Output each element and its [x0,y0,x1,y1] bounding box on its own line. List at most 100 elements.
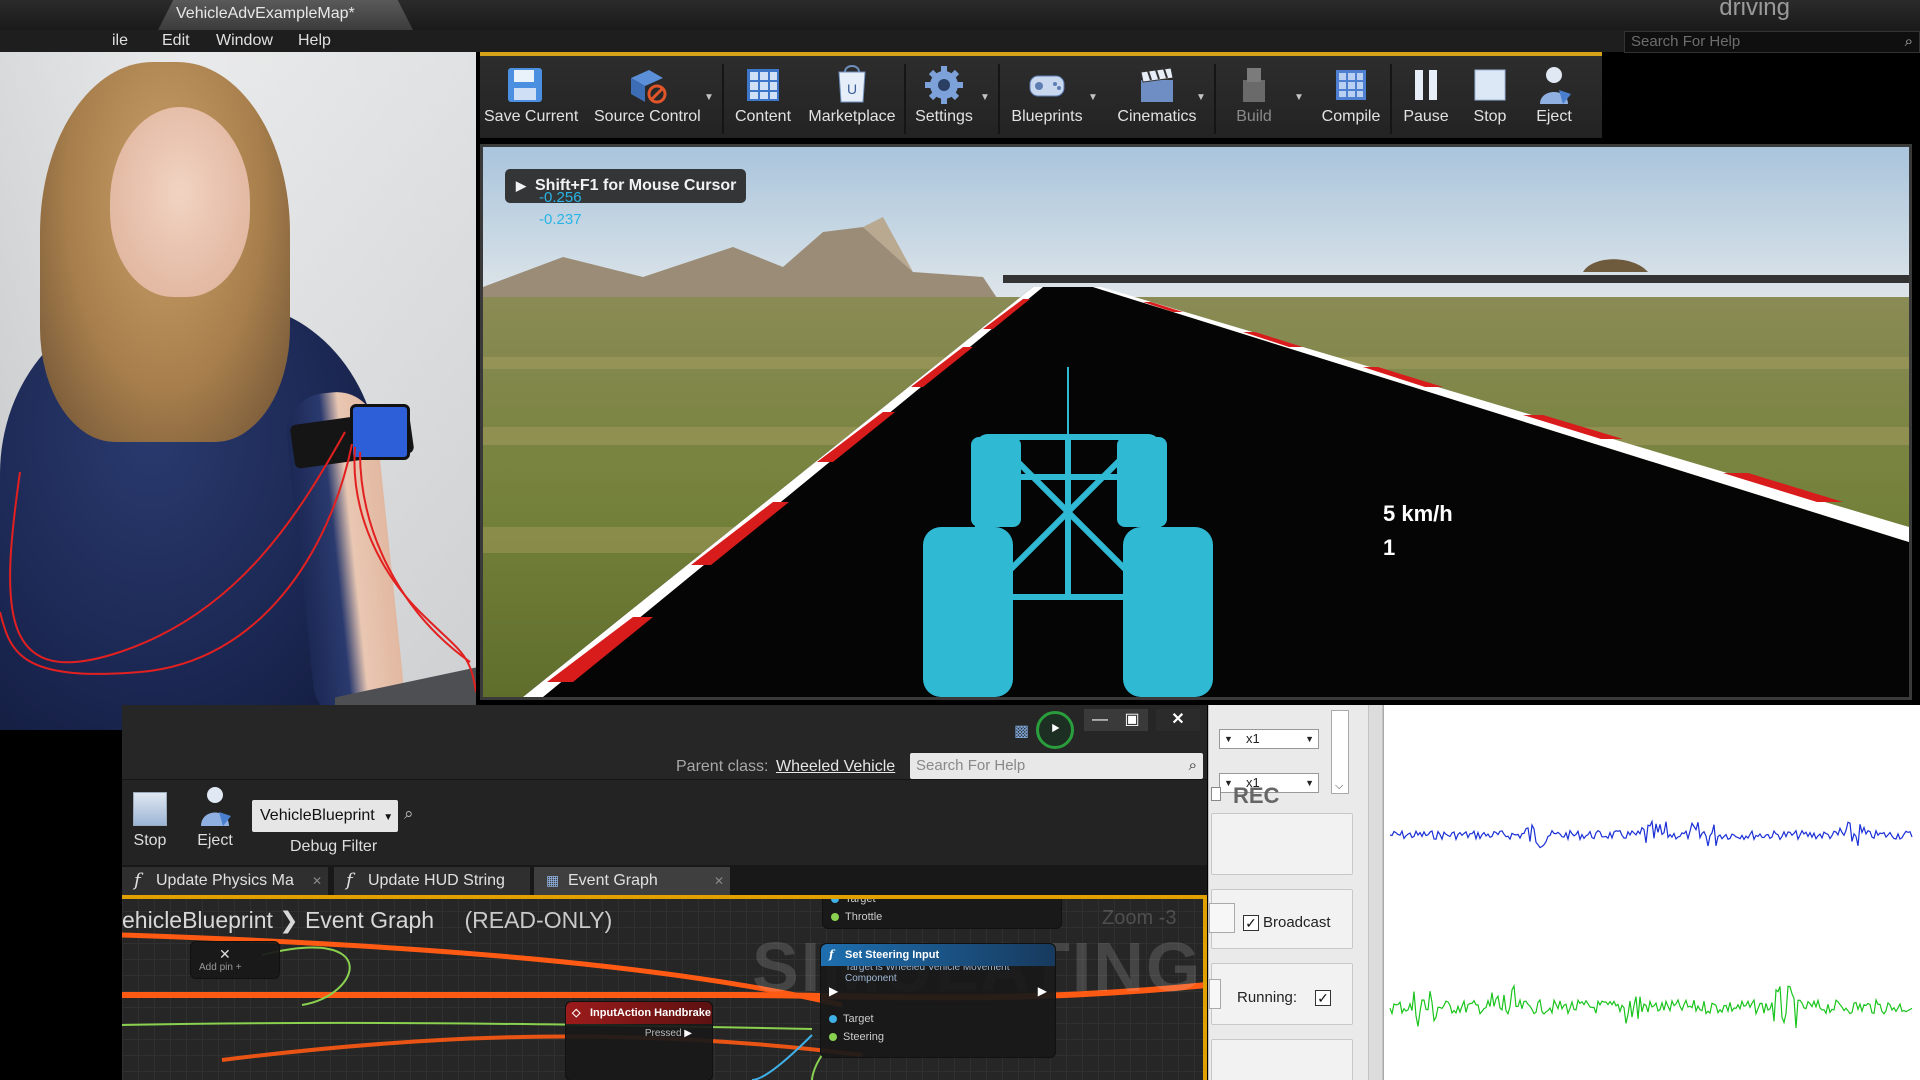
pause-button[interactable]: Pause [1398,60,1454,138]
close-icon[interactable]: ✕ [312,867,322,895]
help-search-placeholder: Search For Help [1631,33,1741,50]
close-icon[interactable]: ✕ [714,867,724,895]
record-group [1211,813,1353,875]
chevron-down-icon: ▼ [1224,778,1233,788]
maximize-button[interactable]: ▣ [1116,709,1148,731]
content-button[interactable]: Content [730,60,796,138]
settings-label: Settings [915,108,973,125]
chat-icon[interactable]: ▩ [1014,721,1029,741]
chevron-down-icon: ▼ [1224,734,1233,744]
vehicle-rear-right-wheel [1123,527,1213,697]
running-checkbox[interactable]: ✓ [1315,990,1331,1006]
channel-1-trace [1389,819,1913,849]
broadcast-port-field[interactable] [1209,903,1235,933]
compile-label: Compile [1321,108,1381,125]
panel-splitter[interactable] [1368,705,1383,1080]
gear-readout: 1 [1383,535,1396,560]
function-icon: f [346,870,353,891]
chevron-down-icon: ▼ [1305,778,1314,788]
browse-icon[interactable]: ⌕ [404,804,414,824]
parent-class-label: Parent class: [676,758,769,775]
settings-icon [925,66,963,104]
document-tab[interactable]: VehicleAdvExampleMap* [158,0,413,30]
minimize-button[interactable]: — [1084,709,1116,731]
broadcast-label: Broadcast [1263,914,1331,931]
record-label: REC [1233,783,1280,808]
event-graph-canvas[interactable]: ehicleBlueprint ❯ Event Graph (READ-ONLY… [122,895,1207,1080]
game-scene [483,147,1909,697]
build-dropdown-icon[interactable]: ▼ [1294,92,1304,103]
svg-text:U: U [847,81,857,97]
blueprint-eject-button[interactable]: Eject [190,784,240,850]
stop-icon [1474,69,1506,101]
menu-help[interactable]: Help [298,32,331,50]
content-label: Content [734,108,792,125]
settings-dropdown-icon[interactable]: ▼ [980,92,990,103]
record-checkbox[interactable] [1211,787,1221,801]
marketplace-button[interactable]: U Marketplace [806,60,898,138]
menu-edit[interactable]: Edit [162,32,190,50]
tab-event-graph[interactable]: ▦ Event Graph ✕ [534,867,730,895]
blueprint-search-placeholder: Search For Help [916,757,1026,774]
blueprints-button[interactable]: Blueprints [1006,60,1088,138]
menu-window[interactable]: Window [216,32,273,50]
eject-button[interactable]: Eject [1526,60,1582,138]
debug-value-2: -0.237 [539,211,582,228]
game-viewport[interactable]: ▶ Shift+F1 for Mouse Cursor -0.256 -0.23… [480,144,1912,700]
blueprint-stop-label: Stop [133,832,167,849]
debug-value-1: -0.256 [539,189,582,206]
marketplace-label: Marketplace [808,108,896,125]
compile-icon [1336,70,1366,100]
source-control-status-icon[interactable]: ⯈ [1036,711,1074,749]
chevron-down-icon: ⌵ [1335,780,1344,792]
pause-icon [1415,70,1437,100]
eject-icon [1540,67,1571,104]
help-search-input[interactable]: Search For Help ⌕ [1624,31,1920,53]
chevron-down-icon: ▼ [1305,734,1314,744]
tab-update-physics-label: Update Physics Ma [156,872,294,889]
source-control-dropdown-icon[interactable]: ▼ [704,92,714,103]
tab-update-hud[interactable]: f Update HUD String [334,867,530,895]
save-icon [508,68,542,102]
vehicle-front-right-wheel [1117,437,1167,527]
compile-button[interactable]: Compile [1318,60,1384,138]
stop-button[interactable]: Stop [1464,60,1516,138]
menu-file[interactable]: ile [112,32,128,50]
save-current-label: Save Current [484,108,579,125]
blueprint-stop-button[interactable]: Stop [126,790,174,850]
tab-update-physics[interactable]: f Update Physics Ma ✕ [122,867,328,895]
distant-fence [1003,275,1909,283]
blueprints-dropdown-icon[interactable]: ▼ [1088,92,1098,103]
blueprint-title-bar: ▩ ⯈ — ▣ ✕ Parent class: Wheeled Vehicle … [122,705,1207,779]
blueprints-label: Blueprints [1011,108,1083,125]
settings-button[interactable]: Settings [912,60,976,138]
controls-scrollbar[interactable]: ⌵ [1331,710,1349,794]
channel-1-multiplier-select[interactable]: ▼ x1 ▼ [1219,729,1319,749]
vehicle-front-left-wheel [971,437,1021,527]
blueprint-help-search-input[interactable]: Search For Help ⌕ [910,753,1203,779]
channel-1-multiplier-value: x1 [1246,731,1260,746]
close-button[interactable]: ✕ [1156,709,1200,731]
broadcast-checkbox[interactable]: ✓ [1243,915,1259,931]
search-icon[interactable]: ⌕ [1905,32,1913,52]
parent-class-link[interactable]: Wheeled Vehicle [776,758,895,776]
source-control-button[interactable]: Source Control [594,60,701,138]
cinematics-button[interactable]: Cinematics [1110,60,1204,138]
content-icon [747,69,779,101]
debug-object-value: VehicleBlueprint [260,807,375,824]
cinematics-icon [1140,67,1174,102]
cinematics-dropdown-icon[interactable]: ▼ [1196,92,1206,103]
channel-2-trace [1389,983,1913,1028]
source-control-icon [631,70,667,104]
signal-plot-area [1383,705,1920,1080]
search-icon[interactable]: ⌕ [1189,753,1197,779]
play-icon: ▶ [516,178,526,193]
debug-object-dropdown[interactable]: VehicleBlueprint ▼ [252,800,398,832]
save-current-button[interactable]: Save Current [484,60,579,138]
document-tab-label: VehicleAdvExampleMap* [176,5,355,22]
cinematics-label: Cinematics [1117,108,1197,125]
title-bar: VehicleAdvExampleMap* driving [0,0,1920,30]
build-button[interactable]: Build [1222,60,1286,138]
blueprint-editor: ▩ ⯈ — ▣ ✕ Parent class: Wheeled Vehicle … [122,705,1207,1080]
tab-event-graph-label: Event Graph [568,872,658,889]
